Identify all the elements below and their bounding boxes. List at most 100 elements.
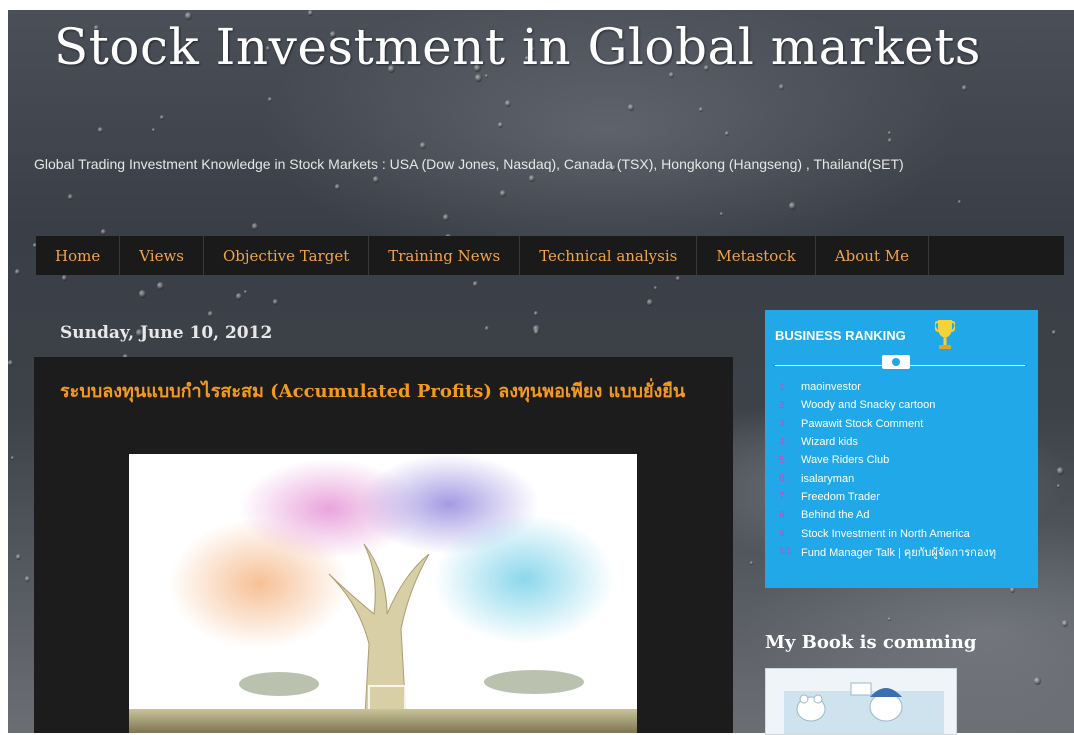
ranking-item[interactable]: 7. Freedom Trader	[779, 488, 996, 506]
rain-drop	[273, 299, 278, 305]
money-tree-illustration[interactable]	[129, 454, 637, 733]
rain-drop	[68, 194, 73, 200]
rain-drop	[62, 275, 67, 281]
nav-item-training-news[interactable]: Training News	[369, 236, 521, 275]
rain-drop	[11, 456, 14, 460]
rank-link[interactable]: Fund Manager Talk | คุยกับผู้จัดการกองทุ	[801, 543, 996, 561]
book-widget-title: My Book is comming	[765, 632, 977, 653]
nav-item-home[interactable]: Home	[36, 236, 121, 275]
rain-drop	[1062, 620, 1068, 627]
rank-number: 3.	[779, 418, 788, 430]
money-tree-icon	[129, 454, 637, 733]
rain-drop	[647, 299, 653, 306]
rain-drop	[268, 97, 272, 102]
rain-drop	[654, 286, 657, 290]
rain-drop	[534, 329, 539, 335]
trophy-icon	[935, 320, 955, 349]
rain-drop	[1034, 677, 1041, 685]
rain-drop	[888, 131, 891, 135]
rain-drop	[720, 212, 723, 216]
rank-link[interactable]: Stock Investment in North America	[801, 528, 970, 540]
rain-drop	[888, 617, 891, 621]
rank-number: 1.	[779, 381, 788, 393]
rain-drop	[252, 223, 258, 230]
rain-drop	[498, 122, 503, 128]
rain-drop	[500, 190, 506, 197]
rank-link[interactable]: maoinvestor	[801, 381, 861, 393]
rain-drop	[208, 311, 213, 317]
blog-description: Global Trading Investment Knowledge in S…	[34, 156, 904, 172]
business-ranking-widget[interactable]: BUSINESS RANKING 1. maoinvestor 2. Woody a…	[765, 310, 1038, 588]
rain-drop	[443, 214, 449, 221]
rank-link[interactable]: isalaryman	[801, 473, 854, 485]
rank-link[interactable]: Woody and Snacky cartoon	[801, 399, 935, 411]
ranking-item[interactable]: 6. isalaryman	[779, 469, 996, 487]
ranking-item[interactable]: 5. Wave Riders Club	[779, 451, 996, 469]
rank-number: 5.	[779, 454, 788, 466]
rank-link[interactable]: Pawawit Stock Comment	[801, 418, 923, 430]
rain-drop	[139, 290, 146, 298]
blog-title[interactable]: Stock Investment in Global markets	[54, 18, 981, 76]
rain-drop	[8, 360, 13, 366]
ranking-item[interactable]: 2. Woody and Snacky cartoon	[779, 396, 996, 414]
ranking-item[interactable]: 3. Pawawit Stock Comment	[779, 415, 996, 433]
rank-number: 2.	[779, 399, 788, 411]
ranking-title: BUSINESS RANKING	[775, 328, 906, 343]
rain-drop	[15, 269, 20, 275]
post-title-link[interactable]: ระบบลงทุนแบบกำไรสะสม (Accumulated Profit…	[60, 379, 710, 404]
nav-item-views[interactable]: Views	[120, 236, 204, 275]
rain-drop	[420, 142, 426, 149]
rain-drop	[529, 175, 535, 182]
rain-drop	[373, 176, 379, 183]
rain-drop	[534, 311, 538, 316]
nav-item-technical-analysis[interactable]: Technical analysis	[520, 236, 698, 275]
rain-drop	[505, 100, 511, 107]
rain-drop	[16, 554, 21, 560]
rain-drop	[308, 10, 313, 16]
rank-link[interactable]: Freedom Trader	[801, 491, 880, 503]
rank-link[interactable]: Wave Riders Club	[801, 454, 889, 466]
main-nav: Home Views Objective Target Training New…	[36, 236, 1064, 275]
rain-drop	[244, 290, 247, 294]
rank-link[interactable]: Behind the Ad	[801, 509, 870, 521]
left-margin	[0, 0, 8, 733]
rank-number: 10.	[779, 546, 793, 558]
ranking-item[interactable]: 9. Stock Investment in North America	[779, 524, 996, 542]
rain-drop	[335, 184, 340, 190]
rain-drop	[485, 326, 489, 331]
nav-item-about-me[interactable]: About Me	[816, 236, 929, 275]
nav-item-objective-target[interactable]: Objective Target	[204, 236, 370, 275]
rank-number: 4.	[779, 436, 788, 448]
ranking-item[interactable]: 10. Fund Manager Talk | คุยกับผู้จัดการกอ…	[779, 543, 996, 561]
rain-drop	[1057, 467, 1064, 475]
rank-link[interactable]: Wizard kids	[801, 436, 858, 448]
rain-drop	[152, 128, 155, 132]
rank-number: 9.	[779, 528, 788, 540]
rain-drop	[779, 84, 784, 90]
rank-number: 8.	[779, 509, 788, 521]
ranking-item[interactable]: 8. Behind the Ad	[779, 506, 996, 524]
rain-drop	[236, 293, 242, 300]
rain-drop	[157, 282, 164, 290]
rain-drop	[1057, 484, 1060, 488]
ranking-item[interactable]: 1. maoinvestor	[779, 378, 996, 396]
rain-drop	[98, 127, 103, 133]
rain-drop	[962, 85, 967, 91]
rain-drop	[699, 107, 703, 112]
rain-drop	[533, 325, 540, 333]
book-cover-image[interactable]	[765, 668, 957, 735]
rain-drop	[160, 115, 164, 120]
ranking-list: 1. maoinvestor 2. Woody and Snacky cartoon…	[779, 378, 996, 561]
ranking-item[interactable]: 4. Wizard kids	[779, 433, 996, 451]
rain-drop	[888, 138, 892, 143]
rank-number: 6.	[779, 473, 788, 485]
rain-drop	[473, 281, 478, 287]
post-date-header: Sunday, June 10, 2012	[60, 323, 273, 343]
rain-drop	[628, 104, 634, 111]
rain-drop	[958, 200, 961, 204]
book-cover-icon	[766, 669, 956, 734]
rain-drop	[101, 229, 106, 235]
ranking-badge-icon	[882, 355, 910, 369]
rain-drop	[1052, 330, 1056, 335]
nav-item-metastock[interactable]: Metastock	[697, 236, 816, 275]
